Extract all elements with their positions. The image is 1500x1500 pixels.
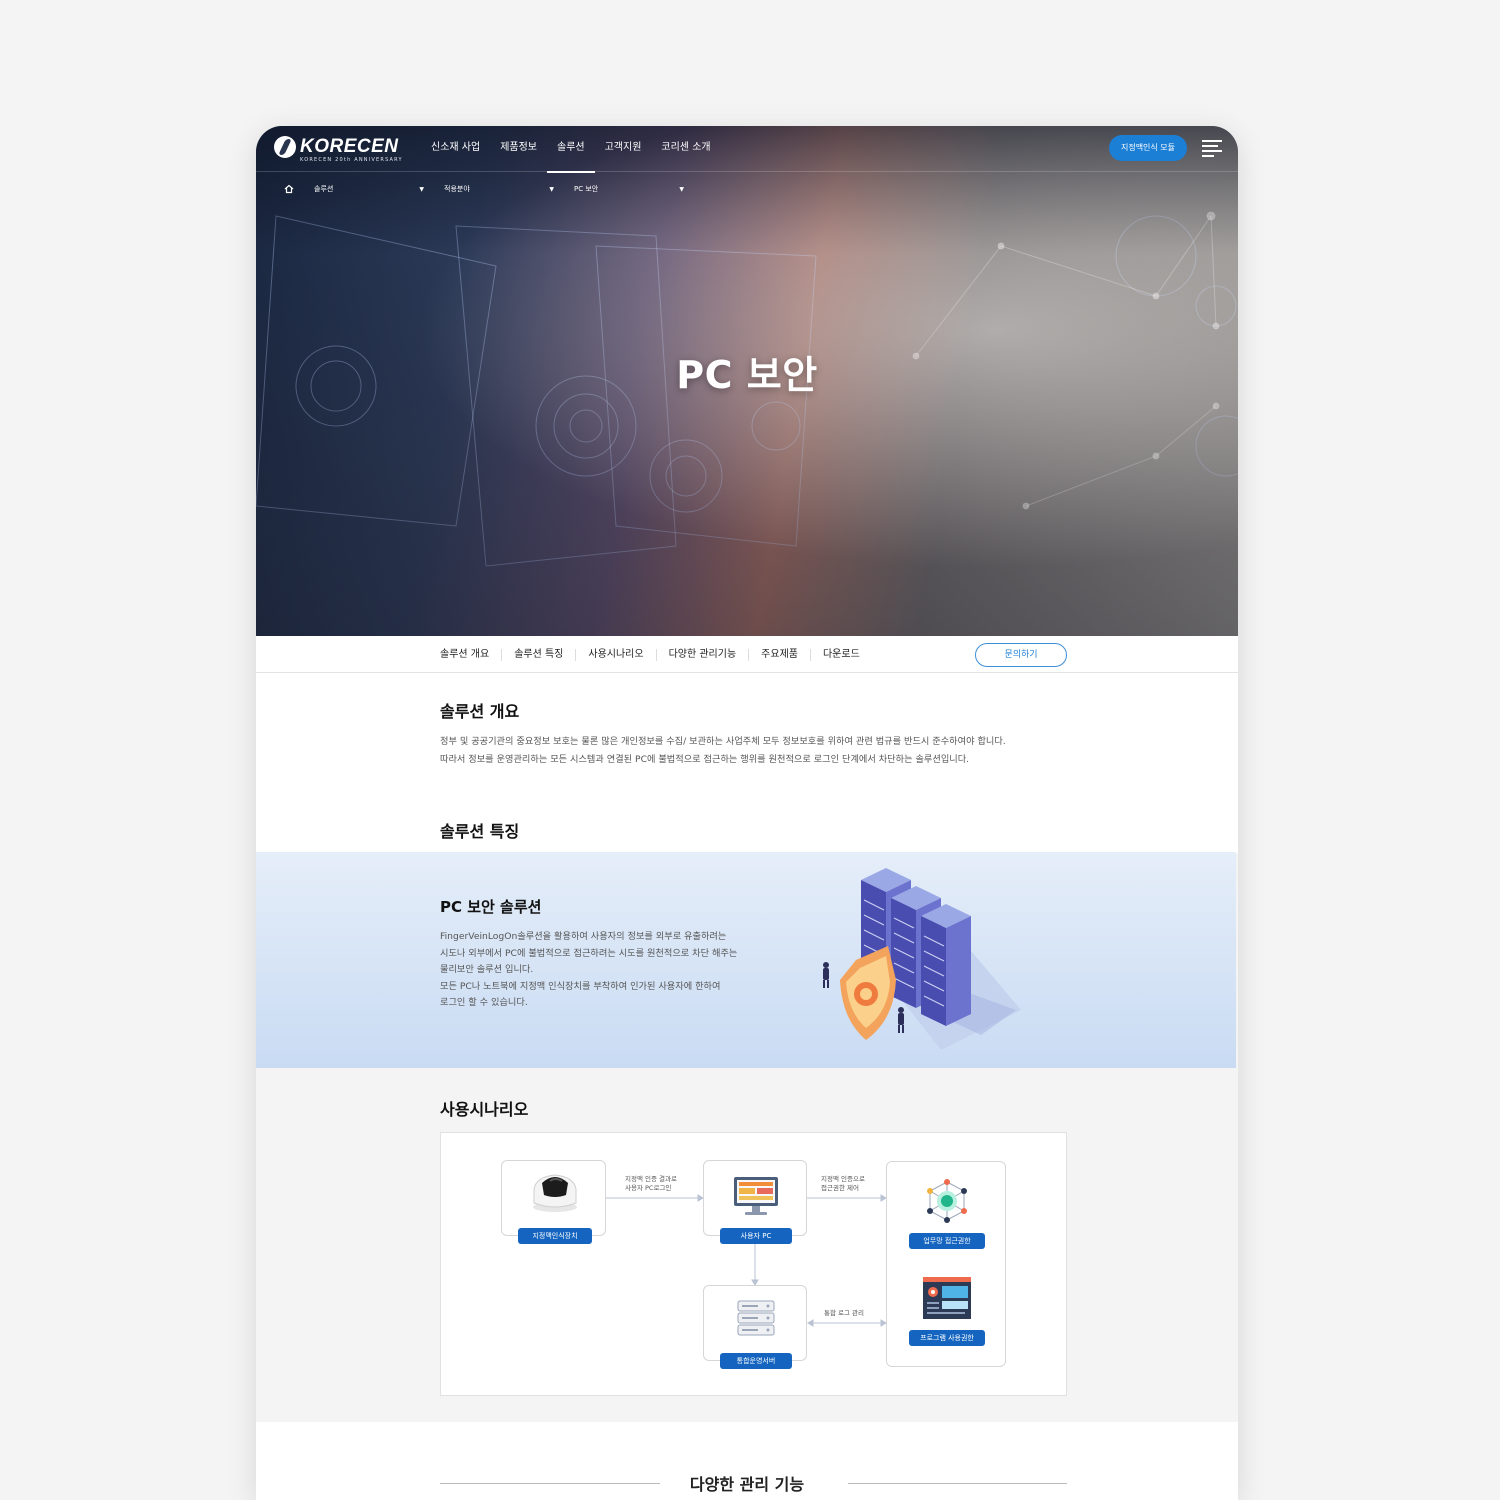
top-navigation-bar: KORECEN KORECEN 20th ANNIVERSARY 신소재 사업 …: [256, 126, 1238, 173]
logo-subtitle: KORECEN 20th ANNIVERSARY: [300, 157, 403, 163]
scenario-heading: 사용시나리오: [440, 1100, 529, 1119]
fingervein-device-node: 지정맥인식장치: [501, 1160, 606, 1244]
edge-label-pc-rights: 지정맥 인증으로 접근권한 제어: [821, 1175, 865, 1192]
network-icon: [927, 1179, 967, 1223]
tab-products[interactable]: 주요제품: [749, 648, 811, 661]
server-shield-illustration: [823, 868, 1021, 1050]
caret-down-icon: ▼: [419, 185, 424, 193]
tab-features[interactable]: 솔루션 특징: [502, 648, 577, 661]
server-label: 통합운영서버: [720, 1353, 792, 1369]
feature-banner: PC 보안 솔루션 FingerVeinLogOn솔루션을 활용하여 사용자의 …: [256, 852, 1236, 1068]
hero-banner: KORECEN KORECEN 20th ANNIVERSARY 신소재 사업 …: [256, 126, 1238, 636]
breadcrumb: 솔루션 ▼ 적용분야 ▼ PC 보안 ▼: [284, 184, 704, 194]
inquiry-button[interactable]: 문의하기: [975, 643, 1067, 667]
korecen-logo[interactable]: KORECEN KORECEN 20th ANNIVERSARY: [274, 136, 402, 163]
pc-label: 사용자 PC: [720, 1228, 792, 1244]
management-section: 다양한 관리 기능: [256, 1422, 1238, 1500]
features-heading: 솔루션 특징: [440, 822, 520, 841]
feature-title: PC 보안 솔루션: [440, 898, 542, 916]
feature-description: FingerVeinLogOn솔루션을 활용하여 사용자의 정보를 외부로 유출…: [440, 931, 738, 1008]
access-rights-label: 업무망 접근권한: [909, 1233, 985, 1249]
tab-scenario[interactable]: 사용시나리오: [576, 648, 657, 661]
tab-download[interactable]: 다운로드: [811, 649, 872, 661]
edge-label-log: 통합 로그 관리: [824, 1309, 865, 1317]
tab-management[interactable]: 다양한 관리기능: [657, 648, 750, 661]
edge-label-device-pc: 지정맥 인증 결과로 사용자 PC로그인: [625, 1175, 677, 1192]
menu-products[interactable]: 제품정보: [490, 126, 547, 172]
page-title: PC 보안: [676, 353, 818, 397]
caret-down-icon: ▼: [549, 185, 554, 193]
breadcrumb-fields[interactable]: 적용분야 ▼: [444, 184, 554, 194]
overview-line: 정부 및 공공기관의 중요정보 보호는 물론 많은 개인정보를 수집/ 보관하는…: [440, 736, 1006, 747]
server-icon: [737, 1300, 775, 1336]
device-label: 지정맥인식장치: [518, 1228, 592, 1244]
main-menu: 신소재 사업 제품정보 솔루션 고객지원 코리센 소개: [421, 126, 721, 173]
breadcrumb-solutions[interactable]: 솔루션 ▼: [314, 184, 424, 194]
logo-mark-icon: [274, 136, 296, 158]
caret-down-icon: ▼: [679, 185, 684, 193]
browser-viewport: KORECEN KORECEN 20th ANNIVERSARY 신소재 사업 …: [256, 126, 1238, 1500]
overview-section: 솔루션 개요 정부 및 공공기관의 중요정보 보호는 물론 많은 개인정보를 수…: [256, 673, 1238, 853]
server-node: 통합운영서버: [703, 1285, 807, 1369]
hamburger-icon[interactable]: [1202, 140, 1222, 157]
fingervein-device-icon: [533, 1174, 577, 1212]
management-heading: 다양한 관리 기능: [689, 1475, 805, 1494]
program-rights-label: 프로그램 사용권한: [909, 1330, 985, 1346]
menu-support[interactable]: 고객지원: [595, 126, 652, 172]
user-pc-node: 사용자 PC: [703, 1160, 807, 1244]
tab-overview[interactable]: 솔루션 개요: [428, 648, 503, 661]
overview-heading: 솔루션 개요: [440, 702, 520, 721]
home-icon[interactable]: [284, 184, 294, 194]
menu-new-materials[interactable]: 신소재 사업: [421, 126, 490, 172]
usage-scenario-diagram: 지정맥인식장치 사용자 PC 통합운영서버 업무망 접근권한 프로그램 사용권한…: [440, 1132, 1067, 1396]
section-tabs: 솔루션 개요 솔루션 특징 사용시나리오 다양한 관리기능 주요제품 다운로드 …: [256, 636, 1238, 673]
monitor-icon: [734, 1177, 778, 1215]
menu-solutions[interactable]: 솔루션: [547, 126, 595, 173]
permissions-node: 업무망 접근권한 프로그램 사용권한: [886, 1161, 1006, 1367]
fingervein-module-button[interactable]: 지정맥인식 모듈: [1109, 135, 1187, 161]
breadcrumb-pc-security[interactable]: PC 보안 ▼: [574, 184, 684, 194]
program-window-icon: [923, 1277, 971, 1319]
overview-line: 따라서 정보를 운영관리하는 모든 시스템과 연결된 PC에 불법적으로 접근하…: [440, 754, 970, 765]
menu-about[interactable]: 코리센 소개: [651, 126, 720, 172]
